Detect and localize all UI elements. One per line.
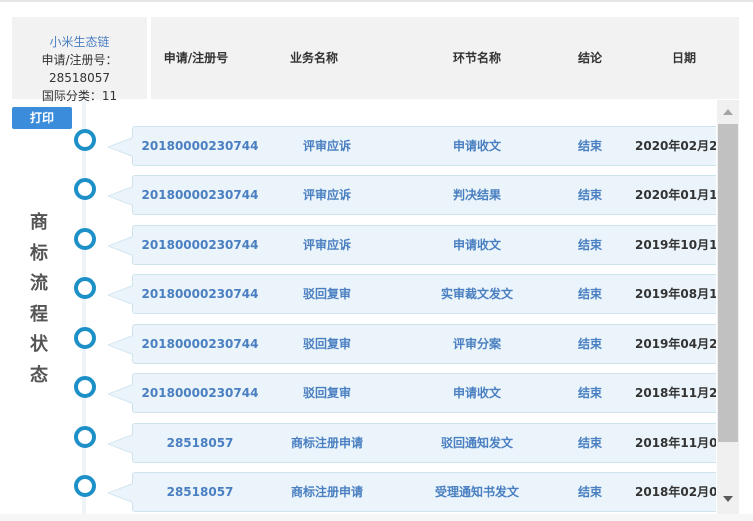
row-business[interactable]: 评审应诉 bbox=[267, 226, 387, 264]
table-header: 申请/注册号 业务名称 环节名称 结论 日期 bbox=[151, 17, 739, 99]
row-result[interactable]: 结束 bbox=[565, 127, 615, 165]
row-date: 2020年02月22 bbox=[635, 139, 716, 153]
row-reg-no[interactable]: 20180000230744 bbox=[133, 374, 267, 412]
brand-name[interactable]: 小米生态链 bbox=[12, 33, 147, 51]
row-business[interactable]: 驳回复审 bbox=[267, 275, 387, 313]
row-result[interactable]: 结束 bbox=[565, 226, 615, 264]
timeline-row[interactable]: 20180000230744 评审应诉 判决结果 结束 2020年01月16 bbox=[107, 175, 716, 215]
scrollbar-thumb[interactable] bbox=[718, 124, 738, 442]
side-title-char: 标 bbox=[30, 242, 48, 264]
row-date: 2019年04月22 bbox=[635, 337, 716, 351]
row-result[interactable]: 结束 bbox=[565, 374, 615, 412]
row-business[interactable]: 驳回复审 bbox=[267, 374, 387, 412]
bottom-divider bbox=[0, 514, 753, 521]
brand-info-panel: 小米生态链 申请/注册号：28518057 国际分类：11 bbox=[12, 17, 147, 103]
print-button[interactable]: 打印 bbox=[12, 107, 72, 129]
side-title-char: 商 bbox=[30, 212, 48, 233]
top-divider bbox=[0, 0, 753, 2]
row-step[interactable]: 受理通知书发文 bbox=[417, 473, 537, 511]
row-reg-no[interactable]: 20180000230744 bbox=[133, 176, 267, 214]
scroll-up-arrow-icon[interactable] bbox=[723, 109, 733, 115]
row-result[interactable]: 结束 bbox=[565, 473, 615, 511]
row-step[interactable]: 判决结果 bbox=[417, 176, 537, 214]
timeline-dot-icon bbox=[74, 376, 96, 398]
row-business[interactable]: 驳回复审 bbox=[267, 325, 387, 363]
row-result[interactable]: 结束 bbox=[565, 176, 615, 214]
row-business[interactable]: 商标注册申请 bbox=[267, 473, 387, 511]
row-reg-no[interactable]: 20180000230744 bbox=[133, 325, 267, 363]
timeline-dot-icon bbox=[74, 277, 96, 299]
timeline-dot-icon bbox=[74, 327, 96, 349]
row-date: 2018年11月22 bbox=[635, 386, 716, 400]
timeline-row[interactable]: 28518057 商标注册申请 受理通知书发文 结束 2018年02月01 bbox=[107, 472, 716, 512]
timeline-dot-icon bbox=[74, 475, 96, 497]
timeline-row[interactable]: 20180000230744 驳回复审 实审裁文发文 结束 2019年08月14 bbox=[107, 274, 716, 314]
timeline-dot-icon bbox=[74, 426, 96, 448]
column-header-reg-no: 申请/注册号 bbox=[163, 51, 229, 65]
row-date: 2018年11月03 bbox=[635, 436, 716, 450]
row-reg-no[interactable]: 20180000230744 bbox=[133, 226, 267, 264]
timeline-row[interactable]: 20180000230744 评审应诉 申请收文 结束 2020年02月22 bbox=[107, 126, 716, 166]
row-step[interactable]: 实审裁文发文 bbox=[417, 275, 537, 313]
row-step[interactable]: 评审分案 bbox=[417, 325, 537, 363]
timeline-list[interactable]: 20180000230744 评审应诉 申请收文 结束 2020年02月22 2… bbox=[72, 100, 716, 514]
row-date: 2018年02月01 bbox=[635, 485, 716, 499]
side-title-char: 态 bbox=[30, 364, 48, 386]
column-header-date: 日期 bbox=[671, 51, 696, 65]
column-header-step: 环节名称 bbox=[452, 51, 501, 65]
row-date: 2019年08月14 bbox=[635, 287, 716, 301]
row-date: 2020年01月16 bbox=[635, 188, 716, 202]
row-reg-no[interactable]: 28518057 bbox=[133, 424, 267, 462]
timeline-row[interactable]: 28518057 商标注册申请 驳回通知发文 结束 2018年11月03 bbox=[107, 423, 716, 463]
timeline-row[interactable]: 20180000230744 评审应诉 申请收文 结束 2019年10月17 bbox=[107, 225, 716, 265]
timeline-dot-icon bbox=[74, 129, 96, 151]
scroll-down-arrow-icon[interactable] bbox=[723, 496, 733, 502]
timeline-row[interactable]: 20180000230744 驳回复审 评审分案 结束 2019年04月22 bbox=[107, 324, 716, 364]
row-date: 2019年10月17 bbox=[635, 238, 716, 252]
side-title: 商 标 流 程 状 态 bbox=[26, 208, 52, 391]
side-title-char: 程 bbox=[30, 303, 48, 325]
timeline-dot-icon bbox=[74, 228, 96, 250]
row-step[interactable]: 驳回通知发文 bbox=[417, 424, 537, 462]
side-title-char: 状 bbox=[30, 334, 48, 355]
row-reg-no[interactable]: 20180000230744 bbox=[133, 275, 267, 313]
row-result[interactable]: 结束 bbox=[565, 325, 615, 363]
vertical-scrollbar[interactable] bbox=[717, 100, 739, 514]
column-header-business: 业务名称 bbox=[289, 51, 338, 65]
timeline-dot-icon bbox=[74, 178, 96, 200]
row-reg-no[interactable]: 20180000230744 bbox=[133, 127, 267, 165]
row-business[interactable]: 评审应诉 bbox=[267, 127, 387, 165]
row-step[interactable]: 申请收文 bbox=[417, 374, 537, 412]
row-business[interactable]: 商标注册申请 bbox=[267, 424, 387, 462]
row-step[interactable]: 申请收文 bbox=[417, 226, 537, 264]
row-result[interactable]: 结束 bbox=[565, 275, 615, 313]
timeline-rail bbox=[82, 100, 86, 514]
side-title-char: 流 bbox=[30, 273, 48, 294]
row-result[interactable]: 结束 bbox=[565, 424, 615, 462]
row-business[interactable]: 评审应诉 bbox=[267, 176, 387, 214]
row-step[interactable]: 申请收文 bbox=[417, 127, 537, 165]
brand-reg-no: 申请/注册号：28518057 bbox=[41, 53, 118, 85]
timeline-row[interactable]: 20180000230744 驳回复审 申请收文 结束 2018年11月22 bbox=[107, 373, 716, 413]
row-reg-no[interactable]: 28518057 bbox=[133, 473, 267, 511]
column-header-result: 结论 bbox=[577, 51, 602, 65]
